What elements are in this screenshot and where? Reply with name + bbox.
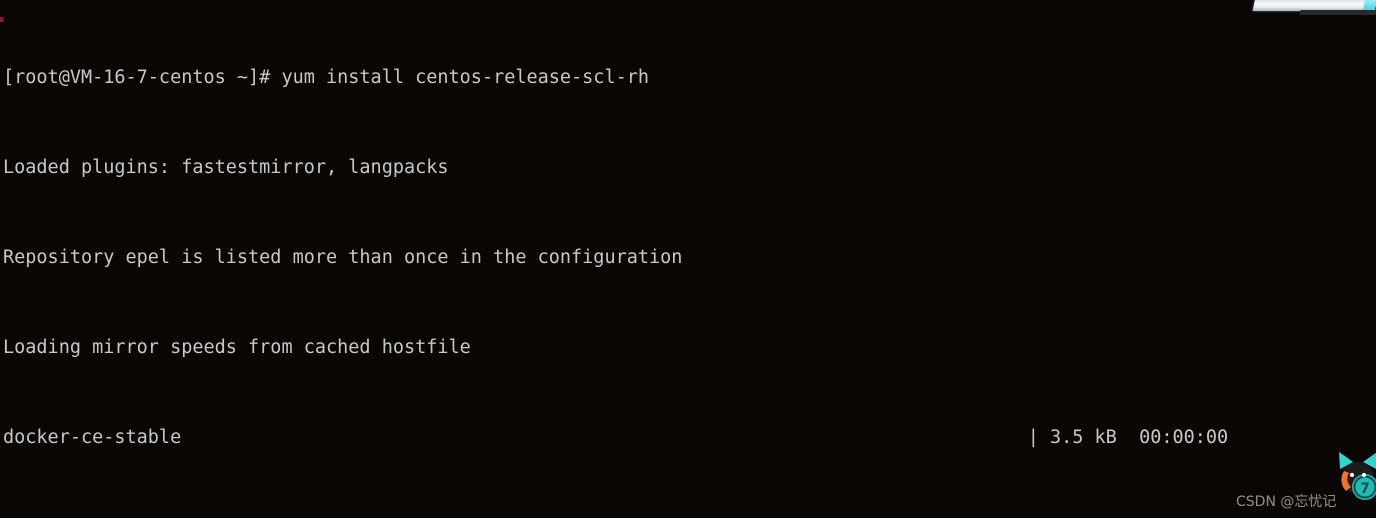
terminal-line-repo-docker-ce-stable: docker-ce-stable | 3.5 kB 00:00:00 [3, 427, 1229, 448]
terminal-line-repo-warn: Repository epel is listed more than once… [3, 247, 683, 268]
chrome-accent [1362, 0, 1376, 12]
terminal-line-mirrors: Loading mirror speeds from cached hostfi… [3, 337, 471, 358]
terminal-window[interactable]: [root@VM-16-7-centos ~]# yum install cen… [0, 0, 1376, 518]
terminal-line-plugins: Loaded plugins: fastestmirror, langpacks [3, 157, 449, 178]
cat-logo: 7 [1337, 447, 1376, 507]
terminal-screen[interactable]: [root@VM-16-7-centos ~]# yum install cen… [0, 0, 1228, 518]
csdn-watermark: CSDN @忘忧记 [1236, 494, 1337, 510]
terminal-line-prompt: [root@VM-16-7-centos ~]# yum install cen… [3, 67, 650, 88]
svg-text:7: 7 [1360, 481, 1370, 497]
terminal-line-repo-docker-ce-test: docker-ce-test | 3.5 kB 00:00:00 [3, 513, 1228, 518]
window-chrome-fragment [1240, 0, 1376, 18]
chrome-shadow [1299, 10, 1376, 15]
chrome-bar [1252, 0, 1376, 11]
red-pixel-artifact [0, 17, 3, 22]
